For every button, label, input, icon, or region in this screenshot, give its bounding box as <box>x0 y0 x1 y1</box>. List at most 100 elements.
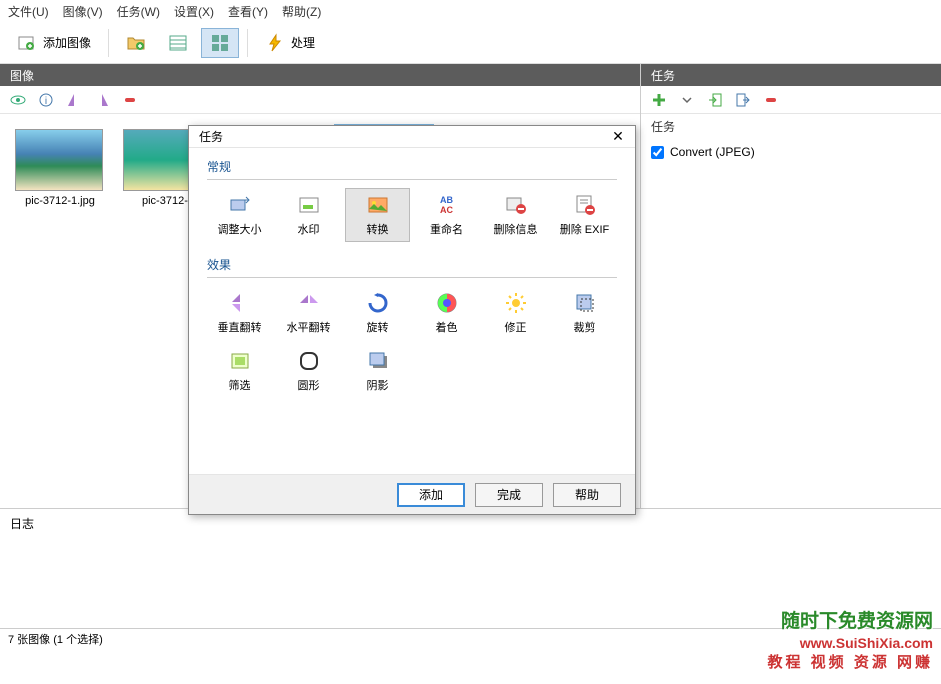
resize-icon <box>228 193 252 217</box>
task-label: 圆形 <box>298 377 320 393</box>
dialog-body: 常规 调整大小 水印 转换 ABAC 重命名 删除信息 <box>189 148 635 474</box>
list-icon <box>168 33 188 53</box>
export-icon[interactable] <box>735 92 751 108</box>
separator <box>247 29 248 57</box>
done-button[interactable]: 完成 <box>475 483 543 507</box>
task-list-item[interactable]: Convert (JPEG) <box>651 145 931 159</box>
menu-view[interactable]: 查看(Y) <box>228 3 268 20</box>
dialog-title-text: 任务 <box>199 128 223 145</box>
flip-h-icon <box>297 291 321 315</box>
add-button[interactable]: 添加 <box>397 483 465 507</box>
toolbar: 添加图像 处理 <box>0 22 941 64</box>
dropdown-icon[interactable] <box>679 92 695 108</box>
watermark-line1: 随时下免费资源网 <box>767 610 933 635</box>
round-icon <box>297 349 321 373</box>
menu-settings[interactable]: 设置(X) <box>174 3 214 20</box>
process-button[interactable]: 处理 <box>256 28 324 58</box>
rotate-icon <box>366 291 390 315</box>
task-convert[interactable]: 转换 <box>345 188 410 242</box>
section-general-label: 常规 <box>207 158 617 175</box>
task-list: Convert (JPEG) <box>641 139 941 165</box>
menu-file[interactable]: 文件(U) <box>8 3 49 20</box>
grid-view-button[interactable] <box>201 28 239 58</box>
list-view-button[interactable] <box>159 28 197 58</box>
shadow-icon <box>366 349 390 373</box>
task-label: 裁剪 <box>574 319 596 335</box>
colorize-icon <box>435 291 459 315</box>
effects-task-grid: 垂直翻转 水平翻转 旋转 着色 修正 裁剪 <box>207 286 617 398</box>
log-title: 日志 <box>10 515 931 532</box>
rename-icon: ABAC <box>435 193 459 217</box>
images-header: 图像 <box>0 64 640 86</box>
divider <box>207 179 617 180</box>
divider <box>207 277 617 278</box>
svg-text:AC: AC <box>440 205 453 215</box>
task-rotate[interactable]: 旋转 <box>345 286 410 340</box>
close-icon[interactable]: ✕ <box>607 128 629 146</box>
process-label: 处理 <box>291 34 315 51</box>
task-label: Convert (JPEG) <box>670 145 755 159</box>
dialog-titlebar: 任务 ✕ <box>189 126 635 148</box>
menubar: 文件(U) 图像(V) 任务(W) 设置(X) 查看(Y) 帮助(Z) <box>0 0 941 22</box>
task-crop[interactable]: 裁剪 <box>552 286 617 340</box>
grid-icon <box>210 33 230 53</box>
task-checkbox[interactable] <box>651 146 664 159</box>
tasks-header: 任务 <box>641 64 941 86</box>
flip-v-icon <box>228 291 252 315</box>
add-image-icon <box>17 33 37 53</box>
menu-help[interactable]: 帮助(Z) <box>282 3 321 20</box>
task-resize[interactable]: 调整大小 <box>207 188 272 242</box>
task-label: 删除 EXIF <box>560 221 610 237</box>
task-delete-info[interactable]: 删除信息 <box>483 188 548 242</box>
dialog-footer: 添加 完成 帮助 <box>189 474 635 514</box>
images-toolbar: i <box>0 86 640 114</box>
task-label: 调整大小 <box>218 221 262 237</box>
filter-icon <box>228 349 252 373</box>
separator <box>108 29 109 57</box>
add-task-icon[interactable] <box>651 92 667 108</box>
eye-icon[interactable] <box>10 92 26 108</box>
general-task-grid: 调整大小 水印 转换 ABAC 重命名 删除信息 删除 EXIF <box>207 188 617 242</box>
folder-button[interactable] <box>117 28 155 58</box>
task-label: 垂直翻转 <box>218 319 262 335</box>
delete-info-icon <box>504 193 528 217</box>
remove-icon[interactable] <box>122 92 138 108</box>
task-correct[interactable]: 修正 <box>483 286 548 340</box>
task-colorize[interactable]: 着色 <box>414 286 479 340</box>
flip-left-icon[interactable] <box>66 92 82 108</box>
flip-right-icon[interactable] <box>94 92 110 108</box>
watermark-line2: www.SuiShiXia.com <box>767 634 933 652</box>
remove-task-icon[interactable] <box>763 92 779 108</box>
delete-exif-icon <box>573 193 597 217</box>
task-label: 旋转 <box>367 319 389 335</box>
svg-text:i: i <box>45 96 47 107</box>
task-label: 重命名 <box>430 221 463 237</box>
watermark-line3: 教程 视频 资源 网赚 <box>767 653 933 673</box>
thumbnail-item[interactable]: pic-3712-1.jpg <box>10 124 110 212</box>
tasks-subheader: 任务 <box>641 114 941 139</box>
task-watermark[interactable]: 水印 <box>276 188 341 242</box>
menu-image[interactable]: 图像(V) <box>63 3 103 20</box>
help-button[interactable]: 帮助 <box>553 483 621 507</box>
task-flip-v[interactable]: 垂直翻转 <box>207 286 272 340</box>
crop-icon <box>573 291 597 315</box>
task-delete-exif[interactable]: 删除 EXIF <box>552 188 617 242</box>
task-dialog: 任务 ✕ 常规 调整大小 水印 转换 ABAC 重命名 删 <box>188 125 636 515</box>
info-icon[interactable]: i <box>38 92 54 108</box>
add-image-button[interactable]: 添加图像 <box>8 28 100 58</box>
task-label: 着色 <box>436 319 458 335</box>
watermark-icon <box>297 193 321 217</box>
sun-icon <box>504 291 528 315</box>
task-label: 删除信息 <box>494 221 538 237</box>
task-shadow[interactable]: 阴影 <box>345 344 410 398</box>
import-icon[interactable] <box>707 92 723 108</box>
task-rename[interactable]: ABAC 重命名 <box>414 188 479 242</box>
watermark: 随时下免费资源网 www.SuiShiXia.com 教程 视频 资源 网赚 <box>767 610 933 672</box>
task-flip-h[interactable]: 水平翻转 <box>276 286 341 340</box>
task-filter[interactable]: 筛选 <box>207 344 272 398</box>
menu-task[interactable]: 任务(W) <box>117 3 160 20</box>
add-image-label: 添加图像 <box>43 34 91 51</box>
task-label: 修正 <box>505 319 527 335</box>
task-round[interactable]: 圆形 <box>276 344 341 398</box>
task-label: 水平翻转 <box>287 319 331 335</box>
